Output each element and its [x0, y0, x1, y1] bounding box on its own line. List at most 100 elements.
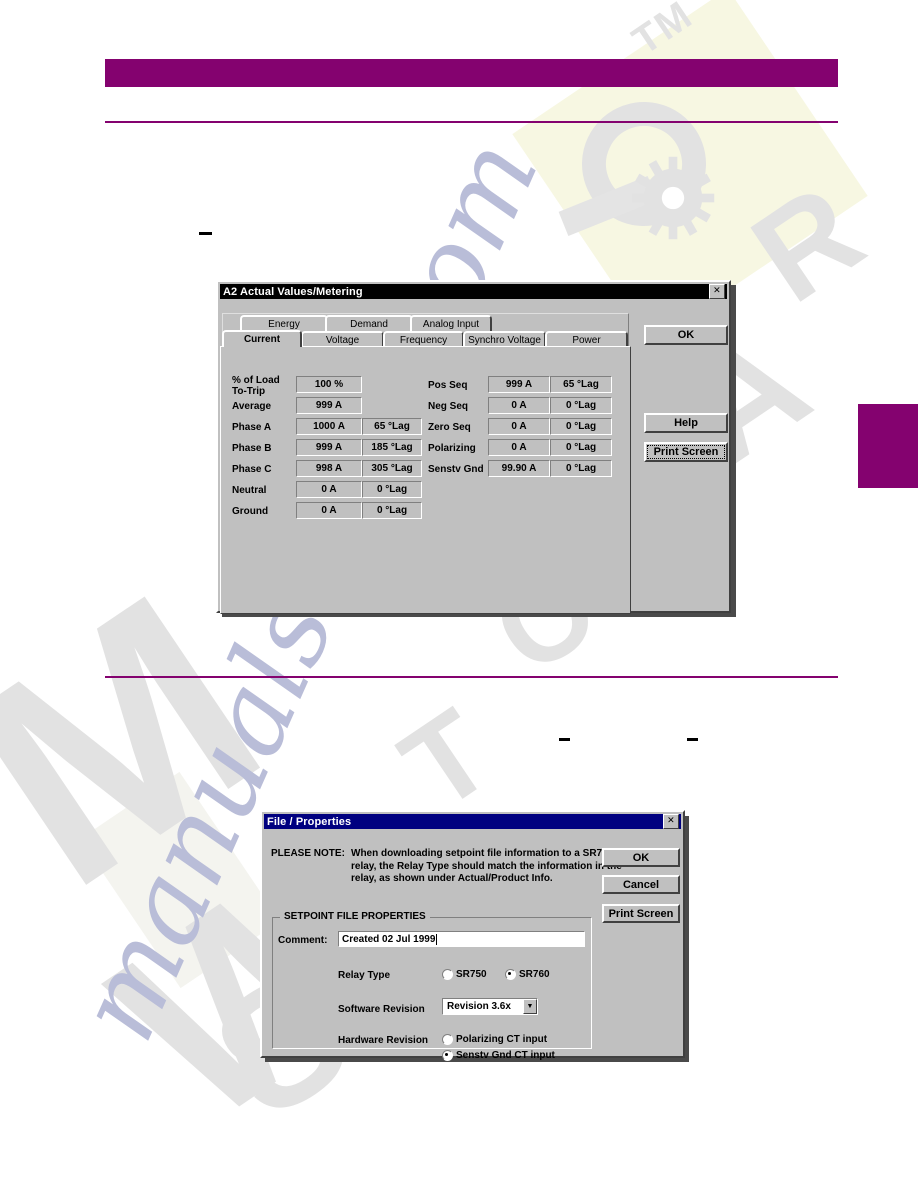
- please-note-label: PLEASE NOTE:: [271, 848, 345, 859]
- tab-current-label: Current: [243, 334, 281, 345]
- value-average: 999 A: [296, 397, 362, 414]
- software-revision-select[interactable]: Revision 3.6x ▼: [442, 998, 538, 1015]
- comment-input[interactable]: Created 02 Jul 1999: [338, 931, 585, 947]
- dialog2-print-screen-button[interactable]: Print Screen: [602, 904, 680, 923]
- angle-pos-seq: 65 °Lag: [550, 376, 612, 393]
- value-zero-seq: 0 A: [488, 418, 550, 435]
- close-icon[interactable]: ✕: [663, 814, 679, 829]
- note-line-1: When downloading setpoint file informati…: [351, 848, 614, 859]
- radio-checked-icon[interactable]: [442, 1050, 453, 1061]
- dialog2-ok-button[interactable]: OK: [602, 848, 680, 867]
- label-ground: Ground: [232, 506, 269, 517]
- list-dash-1: [199, 232, 212, 235]
- tab-synchro-voltage-label: Synchro Voltage: [468, 334, 541, 346]
- dialog1-shadow-right: [731, 285, 736, 617]
- tab-power-label: Power: [572, 334, 601, 346]
- hardware-revision-senstv-label: Senstv Gnd CT input: [456, 1050, 555, 1061]
- horizontal-rule-top: [105, 121, 838, 123]
- file-properties-dialog[interactable]: File / Properties ✕ PLEASE NOTE: When do…: [260, 810, 685, 1061]
- list-dash-3: [687, 738, 698, 741]
- dialog1-titlebar[interactable]: A2 Actual Values/Metering ✕: [220, 284, 727, 299]
- tab-demand-label: Demand: [350, 318, 388, 330]
- label-pct-load-line2: To-Trip: [232, 386, 266, 397]
- tab-energy-label: Energy: [268, 318, 300, 330]
- watermark-ring-icon: [564, 84, 724, 244]
- label-pos-seq: Pos Seq: [428, 380, 468, 391]
- tab-demand[interactable]: Demand: [325, 315, 413, 331]
- list-dash-2: [559, 738, 570, 741]
- angle-zero-seq: 0 °Lag: [550, 418, 612, 435]
- dialog1-print-screen-button[interactable]: Print Screen: [644, 442, 728, 462]
- watermark-accent-square-2: [79, 771, 281, 989]
- radio-unchecked-icon[interactable]: [442, 969, 453, 980]
- angle-neutral: 0 °Lag: [362, 481, 422, 498]
- radio-unchecked-icon[interactable]: [442, 1034, 453, 1045]
- relay-type-sr760-option[interactable]: SR760: [505, 969, 550, 980]
- setpoint-file-properties-caption: SETPOINT FILE PROPERTIES: [280, 911, 430, 922]
- tab-voltage[interactable]: Voltage: [301, 331, 384, 347]
- value-neutral: 0 A: [296, 481, 362, 498]
- angle-phase-c: 305 °Lag: [362, 460, 422, 477]
- label-senstv-gnd: Senstv Gnd: [428, 464, 484, 475]
- label-neg-seq: Neg Seq: [428, 401, 469, 412]
- angle-phase-b: 185 °Lag: [362, 439, 422, 456]
- dialog2-cancel-button[interactable]: Cancel: [602, 875, 680, 894]
- tab-analog-input-label: Analog Input: [422, 318, 480, 330]
- tab-voltage-label: Voltage: [325, 334, 360, 346]
- angle-phase-a: 65 °Lag: [362, 418, 422, 435]
- tab-synchro-voltage[interactable]: Synchro Voltage: [463, 331, 546, 347]
- chevron-down-icon[interactable]: ▼: [523, 999, 537, 1014]
- note-line-3: relay, as shown under Actual/Product Inf…: [351, 873, 553, 884]
- tab-power[interactable]: Power: [545, 331, 628, 347]
- tab-analog-input[interactable]: Analog Input: [410, 315, 492, 331]
- watermark-gear-icon: [630, 155, 716, 241]
- dialog2-titlebar[interactable]: File / Properties ✕: [264, 814, 681, 829]
- relay-type-label: Relay Type: [338, 970, 391, 981]
- watermark-letter-r: R: [727, 156, 887, 330]
- label-pct-load-to-trip: % of Load To-Trip: [232, 375, 280, 397]
- relay-type-sr750-label: SR750: [456, 969, 487, 980]
- current-tab-panel: % of Load To-Trip 100 % Average 999 A Ph…: [220, 346, 631, 614]
- angle-polarizing: 0 °Lag: [550, 439, 612, 456]
- label-average: Average: [232, 401, 272, 412]
- watermark-bar-shape: [558, 175, 658, 237]
- value-phase-a: 1000 A: [296, 418, 362, 435]
- watermark-letter-tm: TM: [624, 0, 701, 64]
- label-phase-c: Phase C: [232, 464, 272, 475]
- hardware-revision-senstv-option[interactable]: Senstv Gnd CT input: [442, 1050, 555, 1061]
- tab-frequency-label: Frequency: [399, 334, 448, 346]
- relay-type-sr750-option[interactable]: SR750: [442, 969, 487, 980]
- label-phase-a: Phase A: [232, 422, 272, 433]
- actual-values-metering-dialog[interactable]: A2 Actual Values/Metering ✕ Energy Deman…: [216, 280, 731, 614]
- label-polarizing: Polarizing: [428, 443, 476, 454]
- hardware-revision-polarizing-label: Polarizing CT input: [456, 1034, 548, 1045]
- label-zero-seq: Zero Seq: [428, 422, 471, 433]
- label-neutral: Neutral: [232, 485, 267, 496]
- hardware-revision-polarizing-option[interactable]: Polarizing CT input: [442, 1034, 547, 1045]
- close-icon[interactable]: ✕: [709, 284, 725, 299]
- label-pct-load-line1: % of Load: [232, 375, 280, 386]
- page-side-tab: [858, 404, 918, 488]
- dialog1-ok-button[interactable]: OK: [644, 325, 728, 345]
- please-note-text: When downloading setpoint file informati…: [351, 848, 622, 886]
- value-phase-c: 998 A: [296, 460, 362, 477]
- value-senstv-gnd: 99.90 A: [488, 460, 550, 477]
- dialog2-title: File / Properties: [267, 815, 352, 828]
- angle-neg-seq: 0 °Lag: [550, 397, 612, 414]
- value-ground: 0 A: [296, 502, 362, 519]
- dialog1-help-button[interactable]: Help: [644, 413, 728, 433]
- note-line-2: relay, the Relay Type should match the i…: [351, 860, 622, 872]
- comment-input-value: Created 02 Jul 1999: [342, 933, 436, 945]
- hardware-revision-label: Hardware Revision: [338, 1035, 429, 1046]
- tab-current[interactable]: Current: [222, 330, 302, 347]
- radio-checked-icon[interactable]: [505, 969, 516, 980]
- tab-energy[interactable]: Energy: [240, 315, 328, 331]
- page-header-bar: [105, 59, 838, 87]
- angle-senstv-gnd: 0 °Lag: [550, 460, 612, 477]
- value-pct-load-to-trip: 100 %: [296, 376, 362, 393]
- comment-label: Comment:: [278, 935, 328, 946]
- relay-type-sr760-label: SR760: [519, 969, 550, 980]
- tab-frequency[interactable]: Frequency: [383, 331, 464, 347]
- value-pos-seq: 999 A: [488, 376, 550, 393]
- horizontal-rule-bottom: [105, 676, 838, 678]
